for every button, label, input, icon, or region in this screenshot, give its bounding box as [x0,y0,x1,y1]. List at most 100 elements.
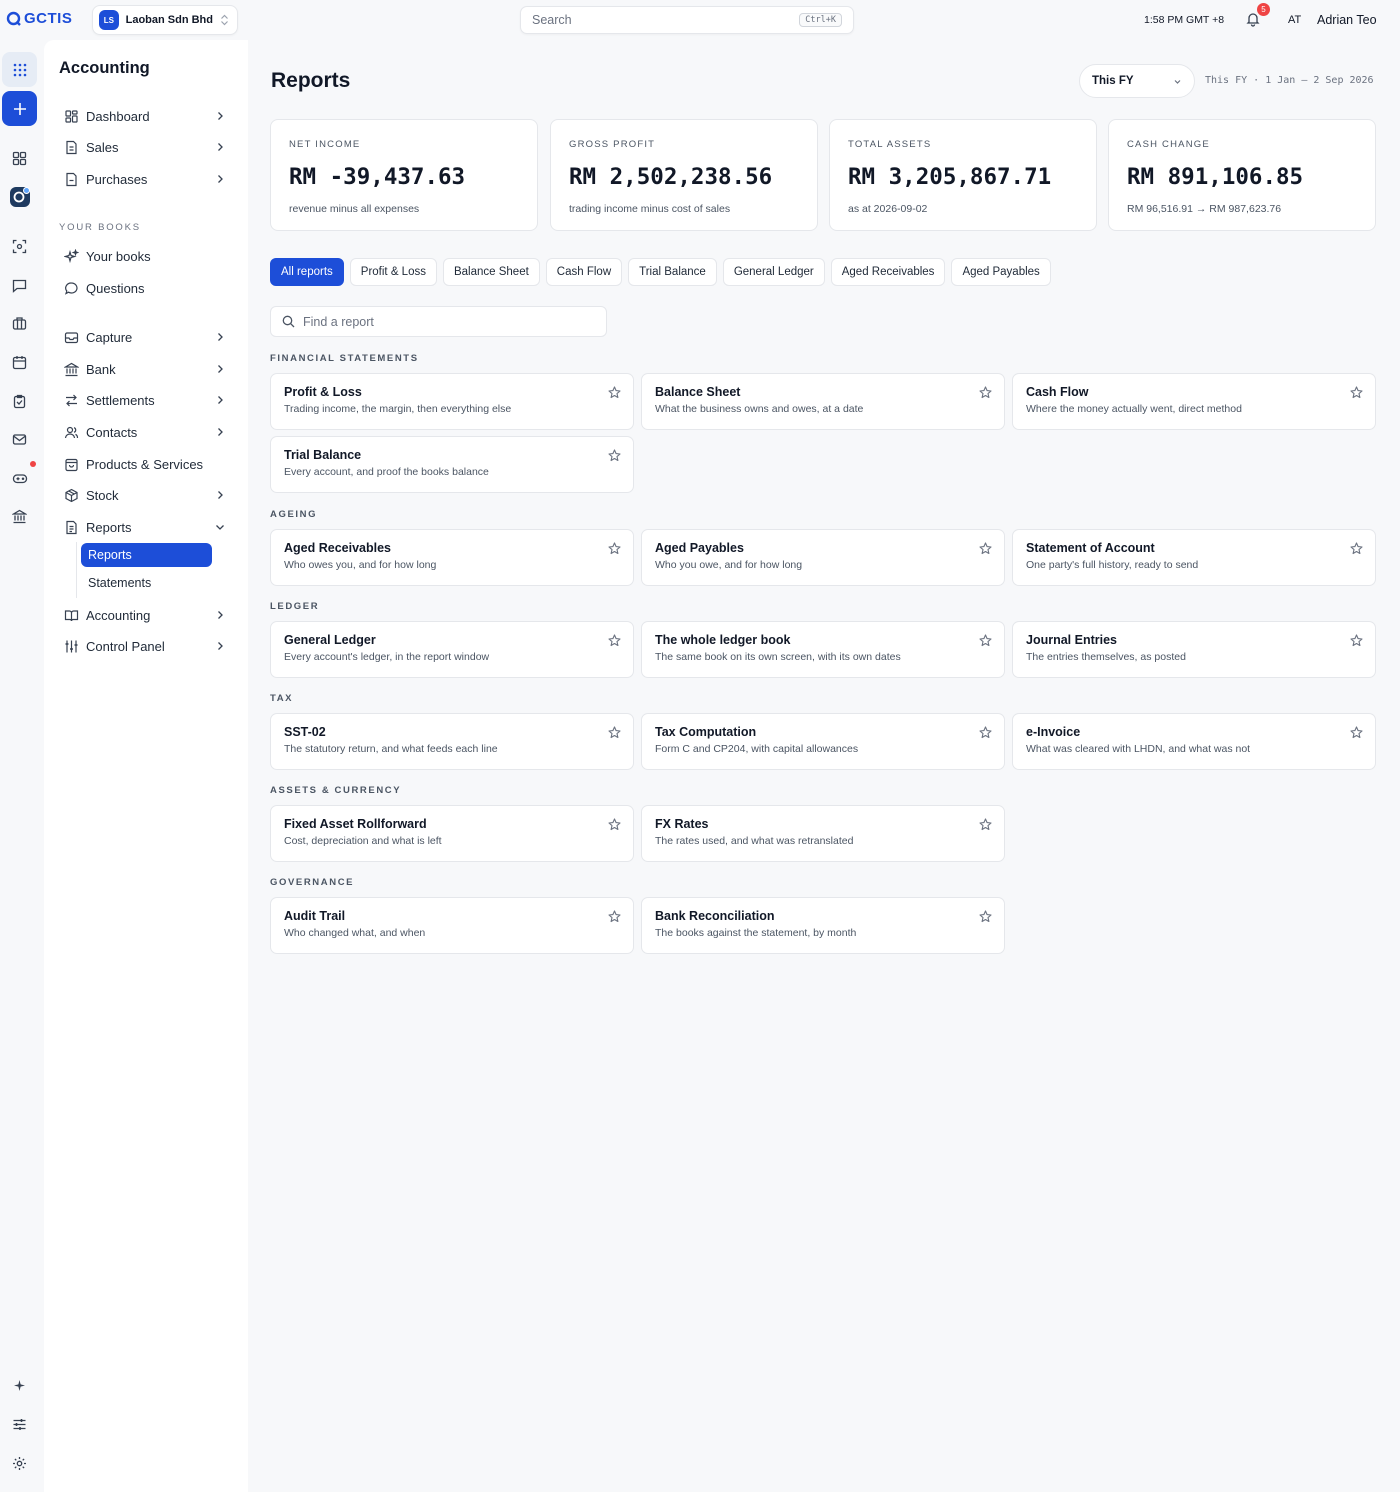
sidebar-item-reports[interactable]: Reports [64,516,226,538]
rail-ai-button[interactable] [2,1368,37,1403]
sidebar-item-accounting[interactable]: Accounting [64,604,226,626]
tab-general-ledger[interactable]: General Ledger [722,258,825,286]
star-icon[interactable] [979,634,992,647]
report-card-whole-ledger-book[interactable]: The whole ledger book The same book on i… [641,621,1005,678]
tab-aged-payables[interactable]: Aged Payables [951,258,1051,286]
star-icon[interactable] [608,910,621,923]
star-icon[interactable] [979,910,992,923]
report-card-description: Where the money actually went, direct me… [1026,403,1242,415]
sidebar-section-label: YOUR BOOKS [59,222,141,233]
sidebar-subitem-reports[interactable]: Reports [81,543,212,567]
search-shortcut: Ctrl+K [799,13,842,27]
report-card-general-ledger[interactable]: General Ledger Every account's ledger, i… [270,621,634,678]
report-card-title: General Ledger [284,633,376,647]
report-card-cash-flow[interactable]: Cash Flow Where the money actually went,… [1012,373,1376,430]
report-card-profit-loss[interactable]: Profit & Loss Trading income, the margin… [270,373,634,430]
rail-chat-button[interactable] [2,268,37,303]
report-card-title: Statement of Account [1026,541,1155,555]
rail-settings-button[interactable] [2,1446,37,1481]
sidebar-item-bank[interactable]: Bank [64,358,226,380]
sidebar-item-sales[interactable]: Sales [64,136,226,158]
report-card-statement-of-account[interactable]: Statement of Account One party's full hi… [1012,529,1376,586]
notifications-button[interactable]: 5 [1245,1,1272,27]
sidebar-item-capture[interactable]: Capture [64,326,226,348]
rail-bank-button[interactable] [2,499,37,534]
app-logo[interactable]: GCTIS [6,10,72,27]
invoice-icon [66,140,77,154]
rail-clipboard-button[interactable] [2,384,37,419]
sidebar-item-control-panel[interactable]: Control Panel [64,635,226,657]
logo-mark-icon [6,11,21,26]
report-card-bank-reconciliation[interactable]: Bank Reconciliation The books against th… [641,897,1005,954]
sidebar-item-products[interactable]: Products & Services [64,453,226,475]
rail-mail-button[interactable] [2,422,37,457]
star-icon[interactable] [1350,726,1363,739]
kpi-card-net-income: NET INCOME RM -39,437.63 revenue minus a… [270,119,538,231]
star-icon[interactable] [608,542,621,555]
report-card-description: The statutory return, and what feeds eac… [284,743,498,755]
report-card-trial-balance[interactable]: Trial Balance Every account, and proof t… [270,436,634,493]
star-icon[interactable] [608,634,621,647]
apps-grid-button[interactable] [2,52,37,87]
rail-calendar-button[interactable] [2,345,37,380]
report-card-e-invoice[interactable]: e-Invoice What was cleared with LHDN, an… [1012,713,1376,770]
star-icon[interactable] [979,818,992,831]
sidebar-item-settlements[interactable]: Settlements [64,389,226,411]
report-card-title: SST-02 [284,725,326,739]
find-report-input[interactable]: Find a report [270,306,607,337]
rail-books-button[interactable] [2,179,37,214]
tab-balance-sheet[interactable]: Balance Sheet [442,258,540,286]
report-card-tax-computation[interactable]: Tax Computation Form C and CP204, with c… [641,713,1005,770]
document-icon [66,172,77,186]
tab-cash-flow[interactable]: Cash Flow [545,258,623,286]
sidebar-item-questions[interactable]: Questions [64,277,226,299]
report-card-title: Fixed Asset Rollforward [284,817,427,831]
sidebar-item-purchases[interactable]: Purchases [64,168,226,190]
sidebar-item-dashboard[interactable]: Dashboard [64,105,226,127]
star-icon[interactable] [1350,634,1363,647]
global-search[interactable]: Search Ctrl+K [520,6,854,34]
star-icon[interactable] [608,818,621,831]
company-switcher[interactable]: LS Laoban Sdn Bhd [92,5,238,35]
sidebar-item-contacts[interactable]: Contacts [64,421,226,443]
report-card-sst-02[interactable]: SST-02 The statutory return, and what fe… [270,713,634,770]
report-card-audit-trail[interactable]: Audit Trail Who changed what, and when [270,897,634,954]
clipboard-icon [13,394,26,409]
report-card-title: Journal Entries [1026,633,1117,647]
dashboard-icon [65,109,78,123]
star-icon[interactable] [1350,386,1363,399]
star-icon[interactable] [608,449,621,462]
star-icon[interactable] [979,542,992,555]
create-new-button[interactable] [2,91,37,126]
rail-dashboard-button[interactable] [2,141,37,176]
kpi-card-cash-change: CASH CHANGE RM 891,106.85 RM 96,516.91 →… [1108,119,1376,231]
user-initials[interactable]: AT [1288,14,1301,26]
star-icon[interactable] [1350,542,1363,555]
rail-briefcase-button[interactable] [2,306,37,341]
chevron-right-icon [218,396,223,404]
rail-scan-button[interactable] [2,229,37,264]
star-icon[interactable] [979,386,992,399]
sidebar-item-label: Accounting [86,607,151,623]
tab-profit-loss[interactable]: Profit & Loss [349,258,437,286]
sidebar-item-your-books[interactable]: Your books [64,245,226,267]
report-card-aged-receivables[interactable]: Aged Receivables Who owes you, and for h… [270,529,634,586]
star-icon[interactable] [608,386,621,399]
report-card-fx-rates[interactable]: FX Rates The rates used, and what was re… [641,805,1005,862]
report-card-balance-sheet[interactable]: Balance Sheet What the business owns and… [641,373,1005,430]
users-icon [64,426,79,438]
user-name[interactable]: Adrian Teo [1317,13,1377,27]
sidebar-item-stock[interactable]: Stock [64,484,226,506]
report-card-aged-payables[interactable]: Aged Payables Who you owe, and for how l… [641,529,1005,586]
tab-trial-balance[interactable]: Trial Balance [628,258,717,286]
tab-aged-receivables[interactable]: Aged Receivables [830,258,946,286]
tab-all-reports[interactable]: All reports [270,258,344,286]
star-icon[interactable] [979,726,992,739]
rail-preferences-button[interactable] [2,1407,37,1442]
gear-icon [13,1457,26,1470]
period-select[interactable]: This FY [1079,64,1195,98]
report-card-journal-entries[interactable]: Journal Entries The entries themselves, … [1012,621,1376,678]
report-card-fixed-asset-rollforward[interactable]: Fixed Asset Rollforward Cost, depreciati… [270,805,634,862]
sidebar-subitem-statements[interactable]: Statements [81,571,212,595]
star-icon[interactable] [608,726,621,739]
